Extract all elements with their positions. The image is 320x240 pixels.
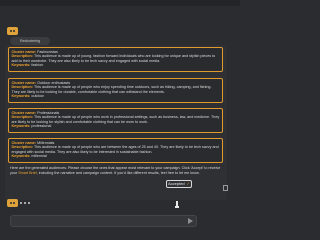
check-icon: ✓ <box>186 181 191 186</box>
cluster-description: This audience is made up of young, fashi… <box>11 54 216 63</box>
cluster-name: Fashionistas <box>37 49 58 54</box>
description-label: Description: <box>11 54 34 59</box>
keywords-label: Keywords: <box>11 124 31 129</box>
cluster-card-4: Cluster name: Millennials Description: T… <box>8 138 223 163</box>
accepted-button[interactable]: Accepted ✓ <box>166 180 192 188</box>
cluster-card-1: Cluster name: Fashionistas Description: … <box>8 47 223 72</box>
bot-icon <box>7 27 18 35</box>
cluster-card-2: Cluster name: Outdoor enthusiasts Descri… <box>8 78 223 103</box>
cluster-description: This audience is made up of people who w… <box>11 115 220 124</box>
accepted-button-label: Accepted <box>167 181 185 186</box>
description-label: Description: <box>11 115 34 120</box>
message-text-end: , including the narrative and campaign c… <box>36 170 200 175</box>
copy-icon[interactable] <box>223 185 228 191</box>
message-panel: Cluster name: Fashionistas Description: … <box>5 45 227 200</box>
description-label: Description: <box>11 145 34 150</box>
cluster-name: Millennials <box>37 140 55 145</box>
assistant-message: Here are the generated audiences. Please… <box>10 166 225 175</box>
cluster-name: Outdoor enthusiasts <box>37 80 71 85</box>
cluster-keywords: fashion <box>31 63 44 68</box>
description-label: Description: <box>11 85 34 90</box>
typing-indicator <box>20 201 30 205</box>
cluster-card-3: Cluster name: Professionals Description:… <box>8 108 223 133</box>
cluster-name-label: Cluster name: <box>11 140 37 145</box>
cluster-keywords: professional <box>31 124 52 129</box>
mouse-cursor-icon <box>175 201 179 208</box>
cluster-keywords: millennial <box>31 154 47 159</box>
smart-brief-link[interactable]: Smart Brief <box>18 171 36 175</box>
top-bar <box>0 0 240 6</box>
bot-icon <box>7 199 18 207</box>
keywords-label: Keywords: <box>11 94 31 99</box>
status-pill: Reclustering <box>10 37 50 45</box>
cluster-description: This audience is made up of people who e… <box>11 85 212 94</box>
cluster-name-label: Cluster name: <box>11 110 37 115</box>
chat-input[interactable] <box>10 215 197 227</box>
cluster-name-label: Cluster name: <box>11 49 37 54</box>
cluster-name-label: Cluster name: <box>11 80 37 85</box>
keywords-label: Keywords: <box>11 154 31 159</box>
cluster-name: Professionals <box>37 110 60 115</box>
keywords-label: Keywords: <box>11 63 31 68</box>
send-icon[interactable] <box>188 218 193 224</box>
cluster-description: This audience is made up of people who a… <box>11 145 219 154</box>
cluster-keywords: outdoor <box>31 94 44 99</box>
